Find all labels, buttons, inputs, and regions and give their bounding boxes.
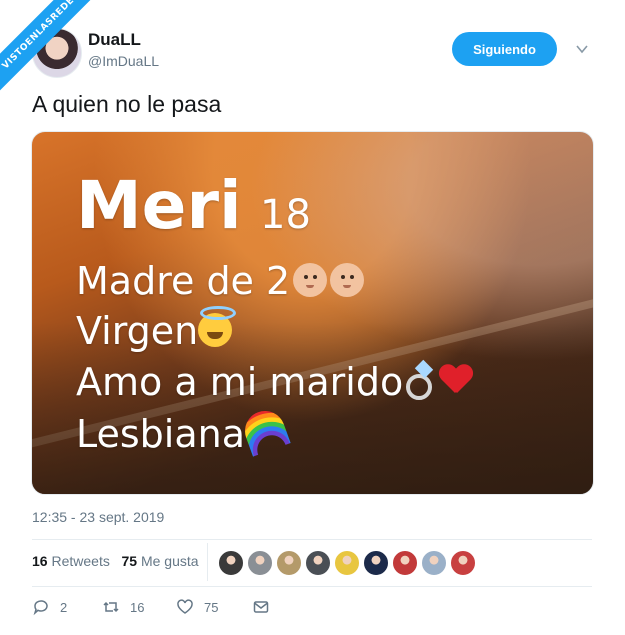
rainbow-emoji-icon bbox=[239, 404, 291, 457]
divider bbox=[32, 586, 592, 587]
overlay-name: Meri bbox=[76, 167, 242, 244]
reply-count: 2 bbox=[60, 599, 68, 615]
liker-avatar[interactable] bbox=[363, 550, 389, 576]
display-name[interactable]: DuaLL bbox=[88, 30, 141, 50]
liker-avatar[interactable] bbox=[218, 550, 244, 576]
ring-emoji-icon bbox=[403, 365, 439, 401]
reply-icon bbox=[33, 600, 48, 616]
liker-avatars bbox=[218, 550, 476, 576]
divider bbox=[32, 539, 592, 540]
retweet-count: 16 bbox=[130, 599, 145, 615]
retweets-count: 16 bbox=[32, 553, 48, 569]
user-handle[interactable]: @ImDuaLL bbox=[88, 53, 159, 69]
baby-emoji-icon bbox=[330, 262, 365, 297]
likes-link[interactable]: Me gusta bbox=[141, 553, 199, 569]
liker-avatar[interactable] bbox=[305, 550, 331, 576]
overlay-line-2-text: Virgen bbox=[76, 309, 199, 353]
following-button[interactable]: Siguiendo bbox=[452, 32, 557, 66]
chevron-down-icon[interactable] bbox=[575, 42, 589, 56]
overlay-line-3-text: Amo a mi marido bbox=[76, 360, 404, 404]
retweets-link[interactable]: Retweets bbox=[51, 553, 109, 569]
tweet-image[interactable]: Meri 18 Madre de 2 Virgen Amo a mi marid… bbox=[31, 131, 594, 495]
overlay-age: 18 bbox=[260, 192, 311, 238]
reply-button[interactable]: 2 bbox=[32, 598, 94, 616]
heart-icon bbox=[177, 599, 193, 614]
retweet-icon bbox=[103, 601, 119, 613]
tweet-text: A quien no le pasa bbox=[32, 91, 222, 117]
likes-count: 75 bbox=[121, 553, 138, 569]
liker-avatar[interactable] bbox=[247, 550, 273, 576]
overlay-line-4: Lesbiana bbox=[76, 404, 291, 457]
like-count: 75 bbox=[204, 599, 219, 615]
message-icon bbox=[253, 601, 269, 613]
liker-avatar[interactable] bbox=[392, 550, 418, 576]
divider bbox=[207, 543, 208, 581]
baby-emoji-icon bbox=[293, 262, 328, 297]
like-button[interactable]: 75 bbox=[176, 598, 252, 616]
overlay-line-1: Madre de 2 bbox=[76, 259, 365, 303]
liker-avatar[interactable] bbox=[334, 550, 360, 576]
liker-avatar[interactable] bbox=[421, 550, 447, 576]
overlay-line-2: Virgen bbox=[76, 305, 237, 353]
retweet-button[interactable]: 16 bbox=[102, 598, 168, 616]
angel-emoji-icon bbox=[198, 305, 237, 347]
liker-avatar[interactable] bbox=[276, 550, 302, 576]
direct-message-button[interactable] bbox=[252, 598, 270, 616]
liker-avatar[interactable] bbox=[450, 550, 476, 576]
tweet-stats: 16 Retweets 75 Me gusta bbox=[32, 553, 199, 569]
action-bar: 2 16 75 bbox=[32, 598, 270, 616]
heart-emoji-icon bbox=[439, 365, 473, 397]
tweet-timestamp[interactable]: 12:35 - 23 sept. 2019 bbox=[32, 509, 164, 525]
overlay-line-3: Amo a mi marido bbox=[76, 360, 473, 404]
overlay-line-4-text: Lesbiana bbox=[76, 412, 246, 456]
overlay-line-1-text: Madre de 2 bbox=[76, 259, 291, 303]
